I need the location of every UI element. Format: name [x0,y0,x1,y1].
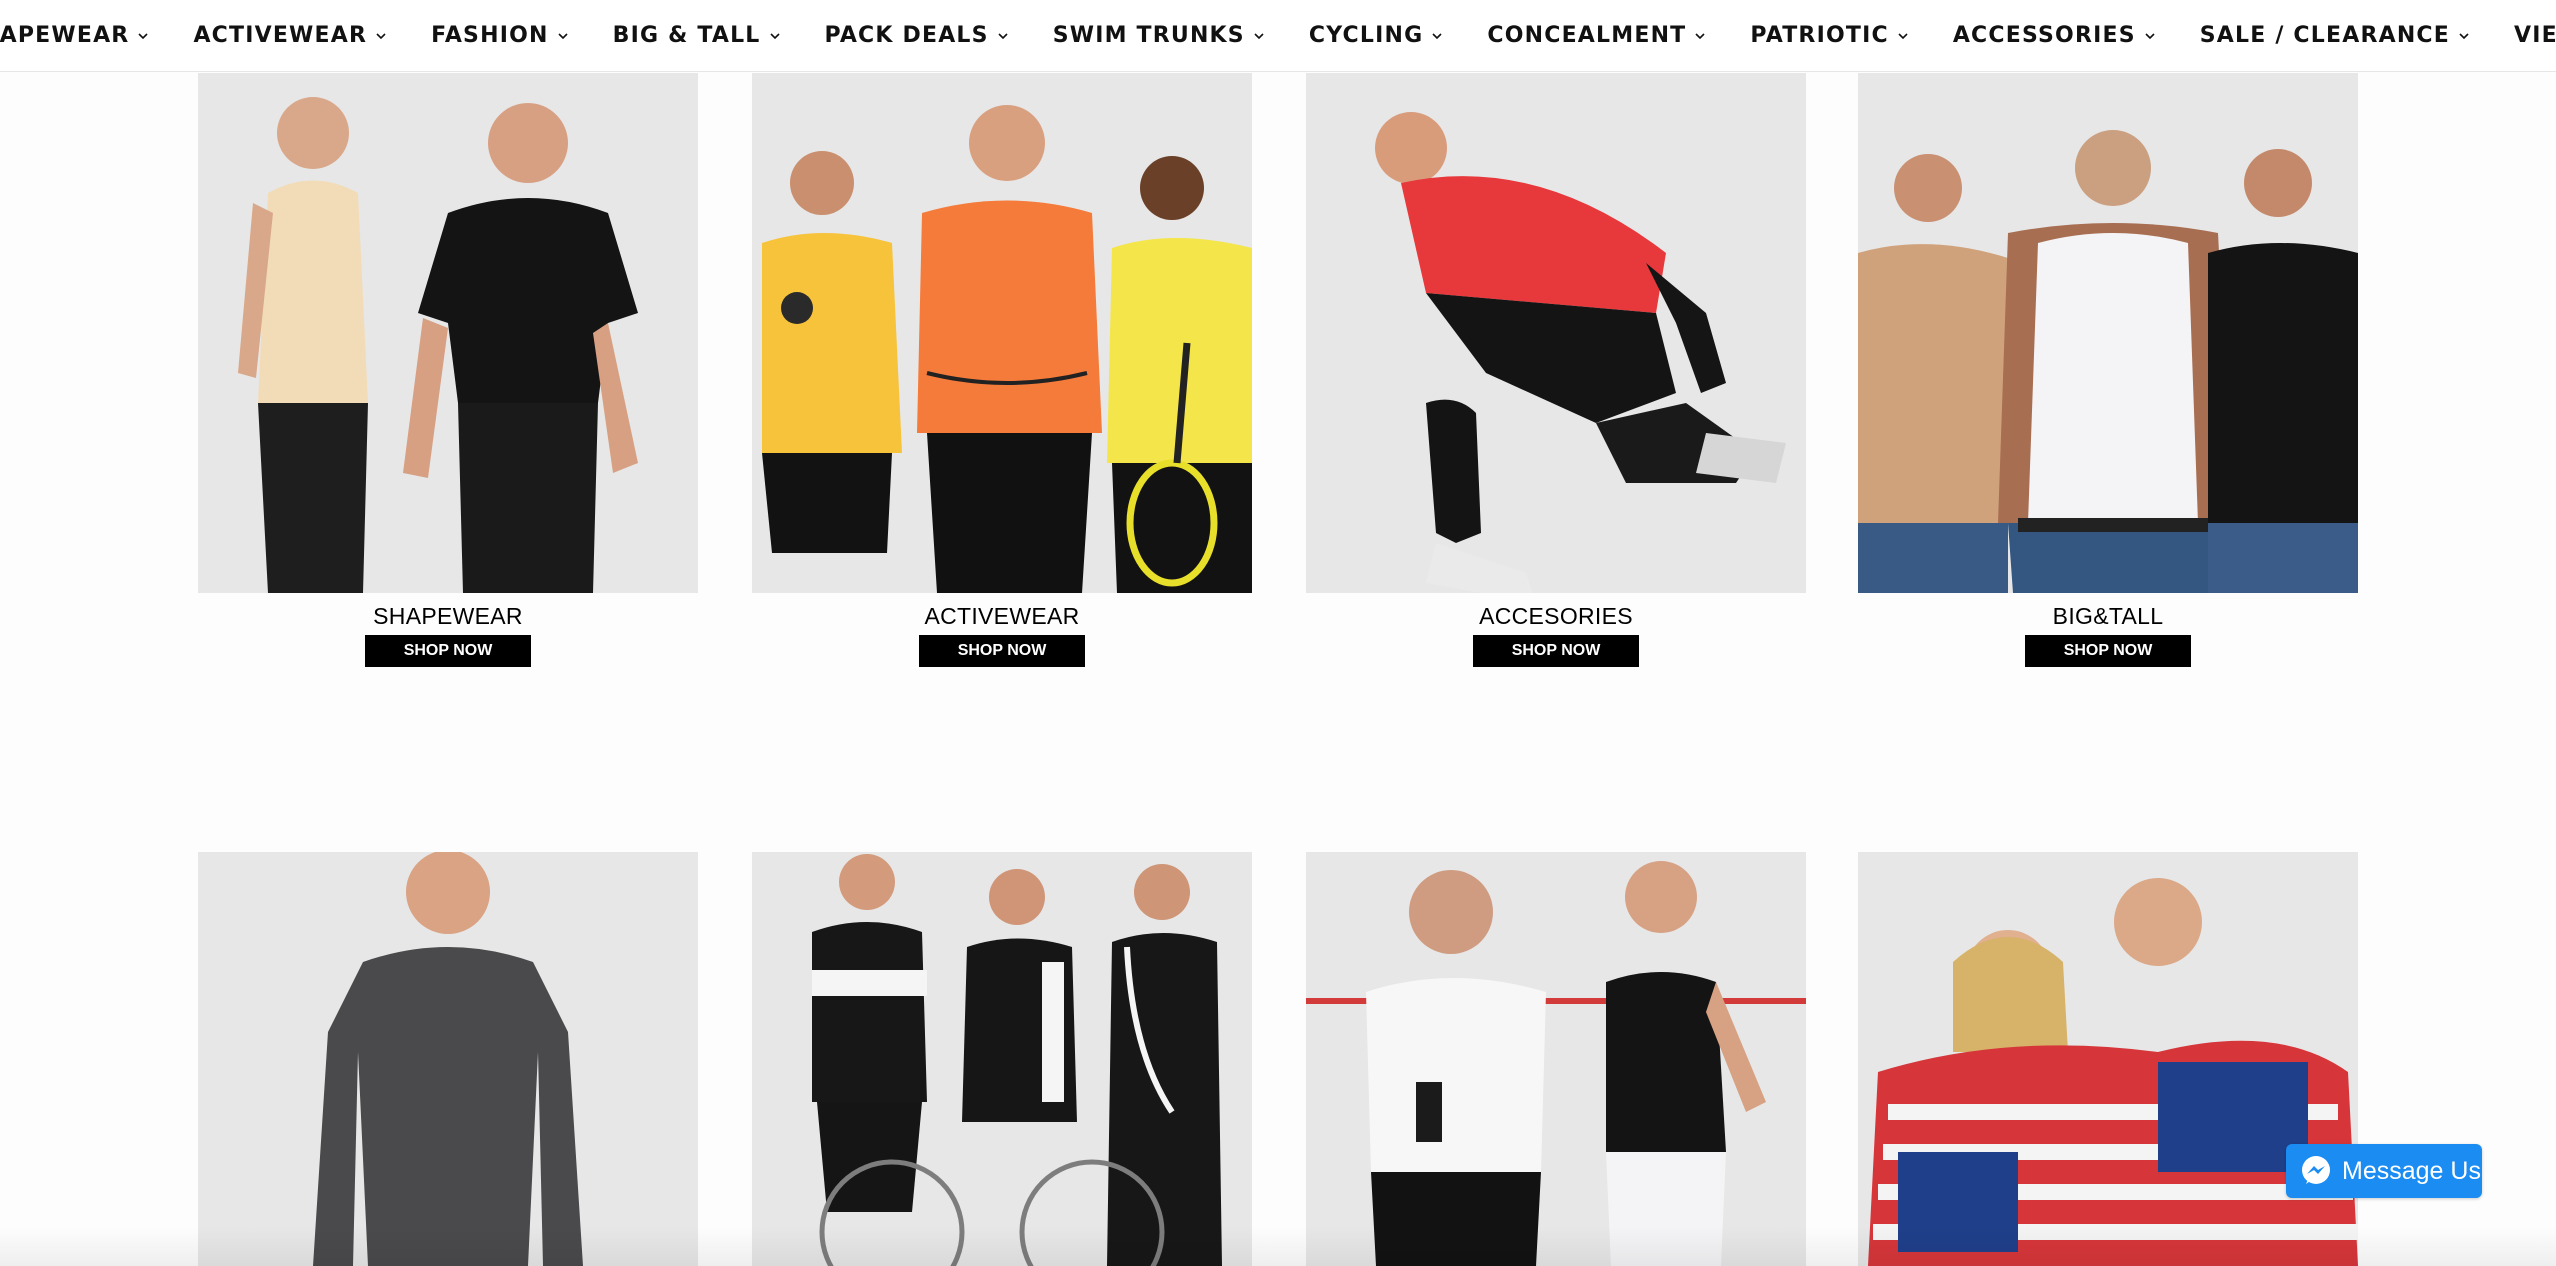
nav-item-label: BIG & TALL [612,23,761,48]
nav-item-label: SALE / CLEARANCE [2199,23,2451,48]
man-long-sleeve-photo[interactable] [198,852,698,1266]
chevron-down-icon [1694,30,1706,42]
chevron-down-icon [1431,30,1443,42]
category-caption: ACCESORIES [1479,603,1633,629]
nav-item-men-shapewear[interactable]: MEN SHAPEWEAR [0,23,171,48]
nav-item-concealment[interactable]: CONCEALMENT [1465,23,1728,48]
three-men-tanks-photo[interactable] [1858,73,2358,593]
category-tile-shapewear: SHAPEWEAR SHOP NOW [198,73,698,667]
nav-item-label: PATRIOTIC [1750,23,1889,48]
nav-item-cycling[interactable]: CYCLING [1287,23,1466,48]
nav-item-accessories[interactable]: ACCESSORIES [1931,23,2178,48]
nav-item-sale-clearance[interactable]: SALE / CLEARANCE [2178,23,2492,48]
two-men-shapewear-photo[interactable] [198,73,698,593]
nav-item-label: VIEW ALL [2514,23,2556,48]
category-grid: SHAPEWEAR SHOP NOW ACTIVEWEAR SHOP NOW A… [0,0,2556,1266]
concealment-couple-photo[interactable] [1306,852,1806,1266]
chevron-down-icon [2458,30,2470,42]
message-us-label: Message Us [2342,1156,2481,1185]
nav-item-big-tall[interactable]: BIG & TALL [591,23,803,48]
shop-now-button[interactable]: SHOP NOW [919,635,1085,667]
chevron-down-icon [1253,30,1265,42]
messenger-icon [2300,1155,2332,1187]
category-tile-big-tall: BIG&TALL SHOP NOW [1858,73,2358,667]
shop-now-button[interactable]: SHOP NOW [365,635,531,667]
three-men-activewear-photo[interactable] [752,73,1252,593]
category-tile-accessories: ACCESORIES SHOP NOW [1306,73,1806,667]
nav-list: MEN SHAPEWEAR ACTIVEWEAR FASHION BIG & T… [0,23,2556,48]
chevron-down-icon [137,30,149,42]
category-caption: BIG&TALL [2052,603,2164,629]
nav-item-label: SWIM TRUNKS [1052,23,1245,48]
chevron-down-icon [769,30,781,42]
chevron-down-icon [1897,30,1909,42]
chevron-down-icon [997,30,1009,42]
nav-item-patriotic[interactable]: PATRIOTIC [1728,23,1930,48]
nav-item-swim-trunks[interactable]: SWIM TRUNKS [1031,23,1287,48]
nav-item-fashion[interactable]: FASHION [409,23,591,48]
nav-item-label: PACK DEALS [824,23,989,48]
shop-now-button[interactable]: SHOP NOW [2025,635,2191,667]
nav-item-label: CYCLING [1308,23,1424,48]
chevron-down-icon [375,30,387,42]
main-navigation: MEN SHAPEWEAR ACTIVEWEAR FASHION BIG & T… [0,0,2556,72]
category-tile-cycling [752,852,1252,1266]
category-caption: SHAPEWEAR [373,603,523,629]
three-men-cycling-photo[interactable] [752,852,1252,1266]
man-kneeling-accessories-photo[interactable] [1306,73,1806,593]
nav-item-label: CONCEALMENT [1487,23,1687,48]
category-tile-long-sleeve [198,852,698,1266]
nav-item-label: ACCESSORIES [1952,23,2136,48]
category-tile-patriotic [1858,852,2358,1266]
category-caption: ACTIVEWEAR [924,603,1080,629]
patriotic-couple-photo[interactable] [1858,852,2358,1266]
chevron-down-icon [557,30,569,42]
nav-item-label: MEN SHAPEWEAR [0,23,130,48]
nav-item-pack-deals[interactable]: PACK DEALS [803,23,1031,48]
category-tile-activewear: ACTIVEWEAR SHOP NOW [752,73,1252,667]
nav-item-activewear[interactable]: ACTIVEWEAR [171,23,409,48]
nav-item-label: FASHION [431,23,549,48]
category-tile-concealment [1306,852,1806,1266]
shop-now-button[interactable]: SHOP NOW [1473,635,1639,667]
chevron-down-icon [2144,30,2156,42]
nav-item-label: ACTIVEWEAR [193,23,368,48]
message-us-button[interactable]: Message Us [2286,1144,2482,1198]
nav-item-view-all[interactable]: VIEW ALL [2492,23,2556,48]
